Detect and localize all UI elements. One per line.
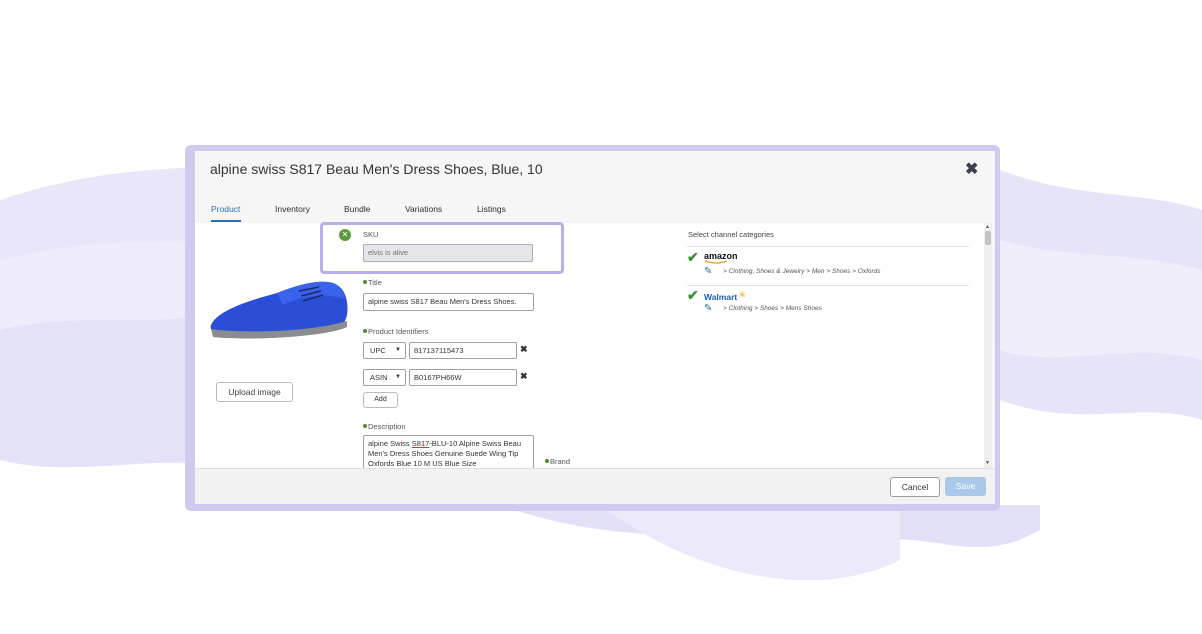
amazon-category-path: > Clothing, Shoes & Jewelry > Men > Shoe… xyxy=(723,268,881,275)
chevron-down-icon: ▼ xyxy=(395,347,401,353)
identifier-type-select[interactable]: ASIN ▼ xyxy=(363,369,406,386)
walmart-logo: Walmart xyxy=(704,292,738,302)
edit-category-icon[interactable]: ✎ xyxy=(704,304,712,314)
walmart-spark-icon: ✳ xyxy=(738,290,747,301)
active-tab-indicator xyxy=(211,220,241,222)
scrollbar[interactable] xyxy=(984,223,992,468)
check-icon: ✔ xyxy=(687,249,699,265)
channel-categories-title: Select channel categories xyxy=(688,230,774,239)
scrollbar-thumb[interactable] xyxy=(985,231,991,245)
tab-bundle[interactable]: Bundle xyxy=(344,204,370,214)
divider xyxy=(687,246,969,247)
remove-identifier-icon[interactable]: ✖ xyxy=(520,344,528,355)
save-button[interactable]: Save xyxy=(945,477,986,496)
description-textarea[interactable]: alpine Swiss S817-BLU-10 Alpine Swiss Be… xyxy=(363,435,534,469)
required-dot-icon xyxy=(545,459,549,463)
product-image xyxy=(210,281,348,339)
required-dot-icon xyxy=(363,424,367,428)
upload-image-button[interactable]: Upload image xyxy=(216,382,293,402)
chevron-down-icon: ▼ xyxy=(395,374,401,380)
description-label: Description xyxy=(363,422,406,431)
identifier-value-input[interactable]: 817137115473 xyxy=(409,342,517,359)
sku-highlight-frame xyxy=(320,222,564,274)
identifier-type-select[interactable]: UPC ▼ xyxy=(363,342,406,359)
tab-product[interactable]: Product xyxy=(211,204,240,214)
identifier-type-value: UPC xyxy=(370,346,386,355)
walmart-category-path: > Clothing > Shoes > Mens Shoes xyxy=(723,305,822,312)
identifier-type-value: ASIN xyxy=(370,373,388,382)
title-label: Title xyxy=(363,278,382,287)
product-modal: alpine swiss S817 Beau Men's Dress Shoes… xyxy=(195,151,995,504)
required-dot-icon xyxy=(363,280,367,284)
remove-identifier-icon[interactable]: ✖ xyxy=(520,371,528,382)
scroll-down-icon[interactable]: ▼ xyxy=(985,460,990,466)
close-icon[interactable]: ✖ xyxy=(965,162,978,178)
required-dot-icon xyxy=(363,329,367,333)
tab-inventory[interactable]: Inventory xyxy=(275,204,310,214)
scroll-up-icon[interactable]: ▲ xyxy=(985,224,990,230)
tab-variations[interactable]: Variations xyxy=(405,204,442,214)
edit-category-icon[interactable]: ✎ xyxy=(704,267,712,277)
modal-footer xyxy=(195,468,995,504)
check-icon: ✔ xyxy=(687,287,699,303)
description-text: alpine Swiss xyxy=(368,439,412,448)
identifier-value-input[interactable]: B0167PH66W xyxy=(409,369,517,386)
brand-label: Brand xyxy=(545,457,570,466)
divider xyxy=(687,285,969,286)
amazon-smile-icon xyxy=(704,260,728,264)
tab-listings[interactable]: Listings xyxy=(477,204,506,214)
title-input[interactable]: alpine swiss S817 Beau Men's Dress Shoes… xyxy=(363,293,534,311)
description-sku-token: S817 xyxy=(411,439,430,448)
cancel-button[interactable]: Cancel xyxy=(890,477,940,497)
add-identifier-button[interactable]: Add xyxy=(363,392,398,408)
modal-title: alpine swiss S817 Beau Men's Dress Shoes… xyxy=(210,161,543,177)
product-identifiers-label: Product Identifiers xyxy=(363,327,428,336)
